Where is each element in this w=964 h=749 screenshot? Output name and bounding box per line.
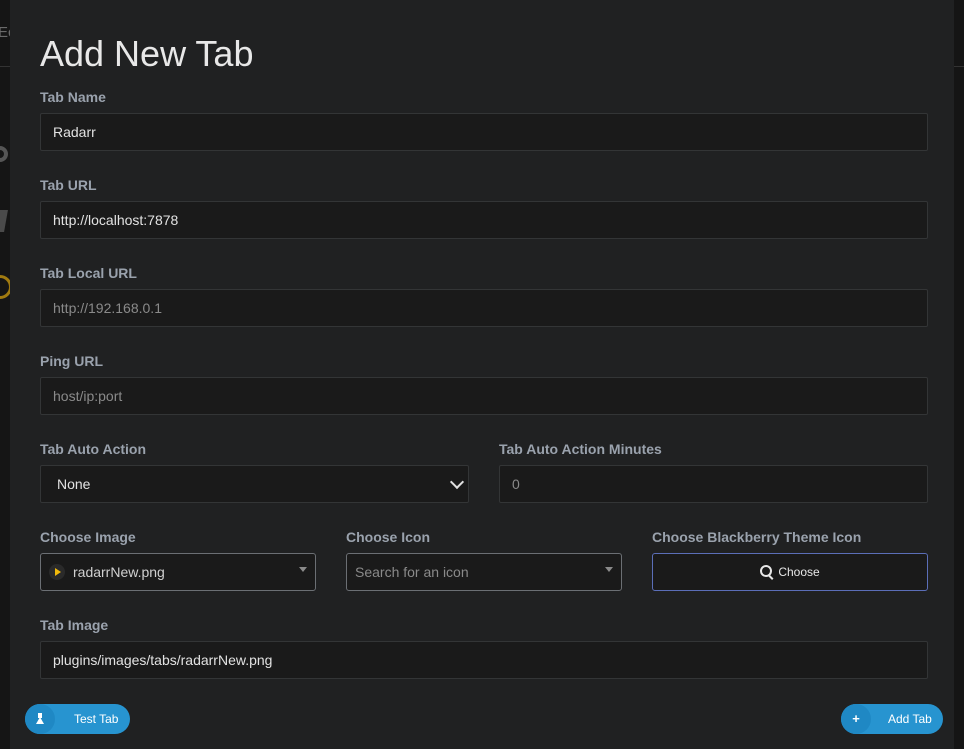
ping-url-label: Ping URL	[40, 353, 103, 369]
tab-url-input[interactable]	[40, 201, 928, 239]
tab-name-label: Tab Name	[40, 89, 106, 105]
add-tab-button[interactable]: + Add Tab	[841, 704, 943, 734]
play-icon	[49, 564, 65, 580]
choose-icon-select[interactable]: Search for an icon	[346, 553, 622, 591]
choose-image-value: radarrNew.png	[73, 564, 165, 580]
ping-url-input[interactable]	[40, 377, 928, 415]
tab-auto-action-select[interactable]: None	[40, 465, 469, 503]
choose-icon-placeholder: Search for an icon	[355, 564, 469, 580]
choose-blackberry-icon-button[interactable]: Choose	[652, 553, 928, 591]
background-text: Ec	[0, 24, 10, 41]
chevron-down-icon	[449, 474, 465, 490]
choose-button-label: Choose	[778, 565, 820, 579]
choose-image-label: Choose Image	[40, 529, 136, 545]
search-icon	[760, 565, 773, 577]
circle-icon	[0, 275, 10, 299]
background-icon	[0, 210, 8, 232]
add-tab-label: Add Tab	[888, 712, 932, 726]
choose-icon-label: Choose Icon	[346, 529, 431, 545]
tab-local-url-input[interactable]	[40, 289, 928, 327]
caret-down-icon	[605, 567, 613, 572]
background-right	[954, 0, 964, 749]
background-sidebar: Ec	[0, 0, 10, 749]
tab-name-input[interactable]	[40, 113, 928, 151]
test-tab-button[interactable]: Test Tab	[25, 704, 130, 734]
tab-image-label: Tab Image	[40, 617, 109, 633]
blackberry-icon-label: Choose Blackberry Theme Icon	[652, 529, 862, 545]
tab-auto-action-value: None	[57, 476, 91, 492]
choose-image-select[interactable]: radarrNew.png	[40, 553, 316, 591]
tab-local-url-label: Tab Local URL	[40, 265, 137, 281]
gear-icon	[0, 146, 8, 162]
caret-down-icon	[299, 567, 307, 572]
tab-image-input[interactable]	[40, 641, 928, 679]
tab-url-label: Tab URL	[40, 177, 97, 193]
tab-auto-action-minutes-label: Tab Auto Action Minutes	[499, 441, 662, 457]
divider	[954, 66, 964, 67]
add-tab-modal: Add New Tab Tab Name Tab URL Tab Local U…	[10, 0, 954, 749]
tab-auto-action-minutes-input[interactable]	[499, 465, 928, 503]
modal-title: Add New Tab	[40, 33, 254, 74]
test-tab-label: Test Tab	[74, 712, 119, 726]
divider	[0, 66, 10, 67]
plus-icon: +	[841, 704, 871, 734]
tab-auto-action-label: Tab Auto Action	[40, 441, 147, 457]
flask-icon	[25, 704, 55, 734]
